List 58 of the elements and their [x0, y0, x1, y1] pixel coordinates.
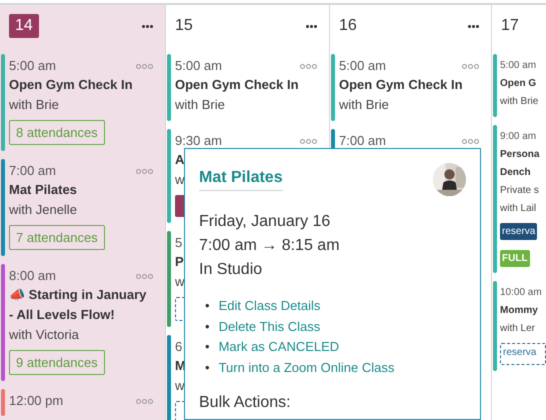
event-title[interactable]: Open Gym Check In	[339, 75, 463, 95]
event-title[interactable]: Mat Pilates	[9, 180, 77, 200]
class-date: Friday, January 16	[199, 212, 332, 232]
event-time: 10:00 am	[500, 286, 542, 300]
event-instructor: with Jenelle	[9, 201, 77, 219]
event-time: 5:00 am	[9, 57, 56, 75]
event-instructor: with Brie	[9, 96, 59, 114]
action-link[interactable]: Delete This Class	[218, 316, 320, 337]
event-note: Private s	[500, 184, 539, 198]
bullet: •	[205, 338, 210, 356]
class-location: In Studio	[199, 260, 264, 280]
event-instructor: w	[175, 273, 184, 291]
event-title[interactable]: Dench	[500, 164, 531, 182]
class-title-link[interactable]: Mat Pilates	[199, 169, 283, 191]
event-instructor: w	[175, 171, 184, 189]
event-instructor: with Victoria	[9, 326, 79, 344]
event-title[interactable]: Persona	[500, 146, 540, 164]
day-number[interactable]: 15	[175, 15, 193, 37]
event-time: 5	[175, 234, 182, 252]
more-icon[interactable]	[468, 24, 479, 28]
day-number[interactable]: 14	[9, 14, 39, 38]
event-title[interactable]: Open G	[500, 75, 536, 93]
event-title[interactable]: A	[175, 150, 184, 170]
action-link[interactable]: Edit Class Details	[218, 296, 320, 316]
event-time: 5:00 am	[500, 59, 536, 73]
event-instructor: with Brie	[175, 96, 225, 114]
action-link[interactable]: Mark as CANCELED	[218, 337, 340, 358]
event-instructor: w	[175, 377, 184, 395]
bullet: •	[205, 318, 210, 336]
reservation-badge[interactable]: reserva	[500, 343, 546, 365]
more-icon[interactable]	[142, 24, 153, 28]
event-title[interactable]: 📣 Starting in January - All Levels Flow!	[9, 285, 153, 325]
event-time: 8:00 am	[9, 267, 56, 285]
event-title[interactable]: Open Gym Check In	[175, 75, 299, 95]
event-time: 5:00 am	[339, 57, 386, 75]
event-time: 7:00 am	[339, 132, 386, 150]
event-instructor: with Brie	[339, 96, 389, 114]
event-title[interactable]: Mommy	[500, 302, 538, 320]
event-time: 7:00 am	[9, 162, 56, 180]
day-number[interactable]: 16	[339, 15, 357, 37]
event-instructor: with Lail	[500, 202, 536, 216]
day-number[interactable]: 17	[501, 15, 519, 37]
class-time: 7:00 am → 8:15 am	[199, 236, 341, 256]
event-time: 6	[175, 338, 182, 356]
bulk-actions-label: Bulk Actions:	[199, 394, 292, 412]
reservation-badge[interactable]: reserva	[500, 223, 538, 240]
event-title[interactable]: Open Gym Check In	[9, 75, 133, 95]
bullet: •	[205, 358, 210, 376]
event-time: 12:00 pm	[9, 392, 64, 410]
more-icon[interactable]	[306, 24, 317, 28]
event-title[interactable]: P	[175, 252, 184, 272]
event-time: 9:30 am	[175, 132, 222, 150]
event-instructor: with Ler	[500, 322, 536, 336]
event-time: 9:00 am	[500, 130, 536, 144]
bullet: •	[205, 297, 210, 315]
action-link[interactable]: Turn into a Zoom Online Class	[218, 358, 394, 378]
event-instructor: with Brie	[500, 95, 538, 109]
event-time: 5:00 am	[175, 57, 222, 75]
